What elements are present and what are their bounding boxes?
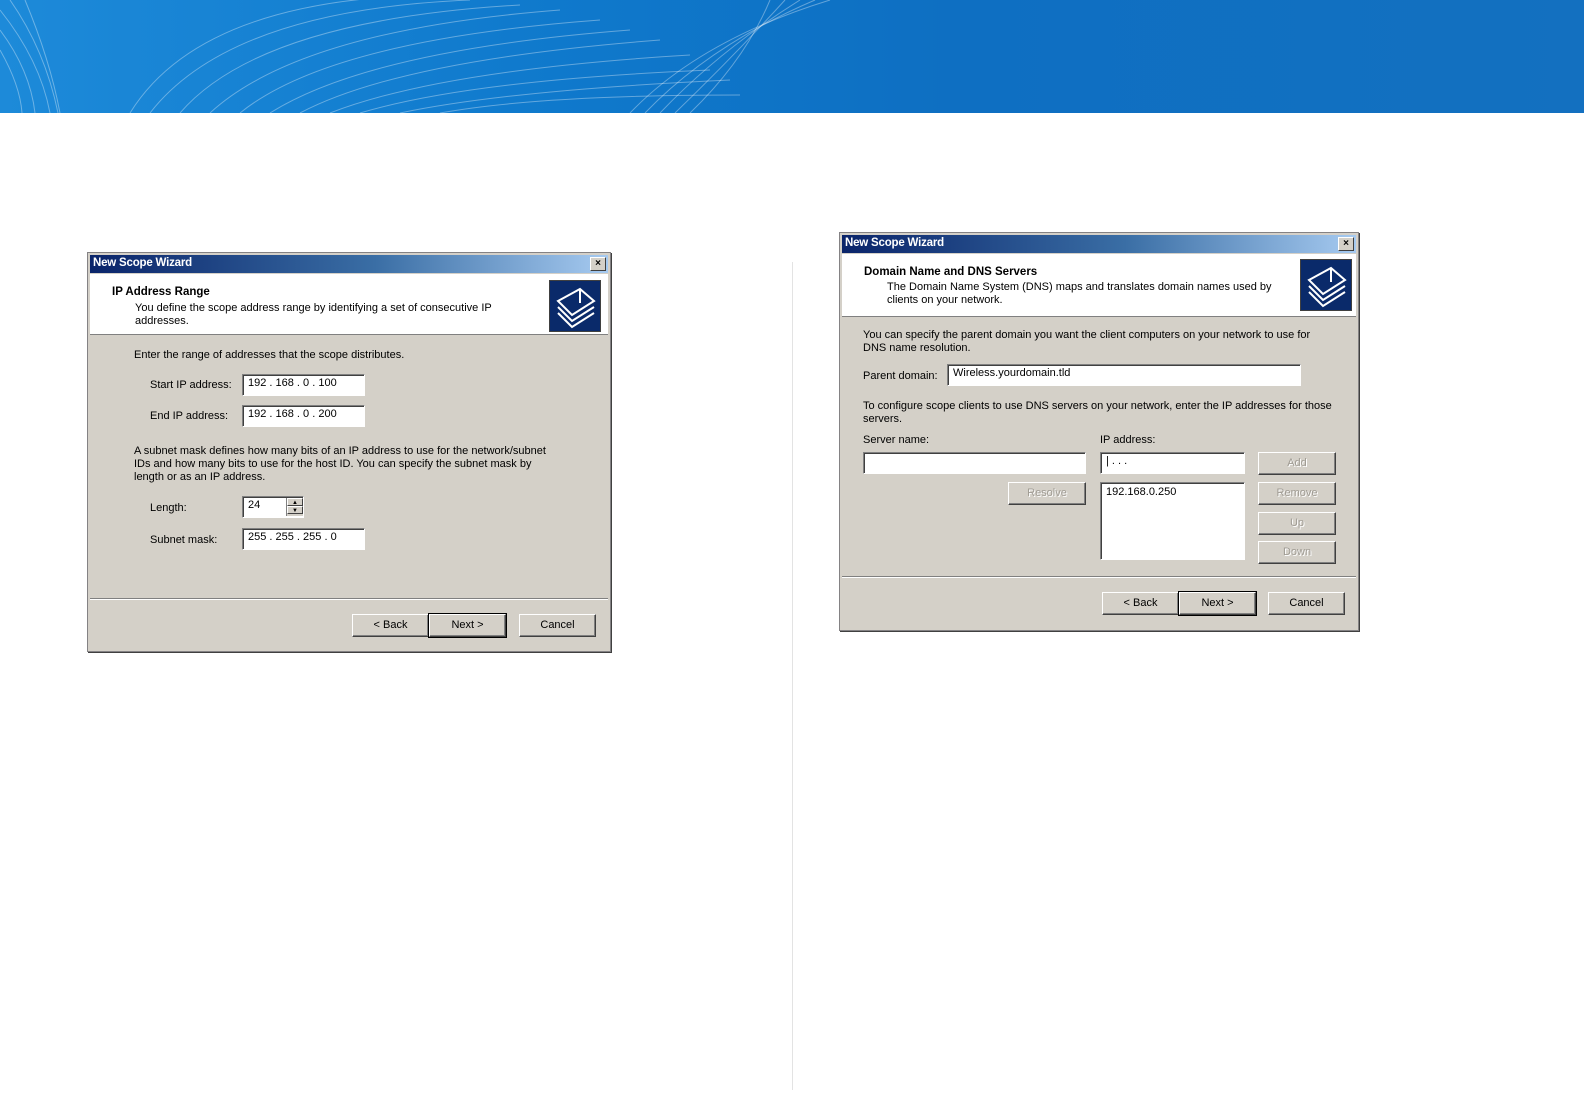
wizard-header: Domain Name and DNS Servers The Domain N… bbox=[842, 254, 1356, 317]
back-button[interactable]: < Back bbox=[1102, 592, 1179, 615]
new-scope-wizard-ip-range-dialog: New Scope Wizard × IP Address Range You … bbox=[87, 252, 611, 652]
back-button[interactable]: < Back bbox=[352, 614, 429, 637]
spin-down-icon[interactable]: ▼ bbox=[287, 506, 303, 514]
title-bar: New Scope Wizard × bbox=[90, 255, 608, 273]
subnet-mask-label: Subnet mask: bbox=[150, 534, 218, 546]
dns-server-list[interactable]: 192.168.0.250 bbox=[1100, 482, 1245, 560]
start-ip-field[interactable]: 192 . 168 . 0 . 100 bbox=[242, 374, 365, 396]
down-button[interactable]: Down bbox=[1258, 541, 1336, 564]
next-button[interactable]: Next > bbox=[1178, 591, 1257, 616]
cancel-button[interactable]: Cancel bbox=[519, 614, 596, 637]
spin-up-icon[interactable]: ▲ bbox=[287, 498, 303, 506]
title-bar: New Scope Wizard × bbox=[842, 235, 1356, 253]
domain-intro-text: You can specify the parent domain you wa… bbox=[863, 329, 1311, 354]
dns-config-text: To configure scope clients to use DNS se… bbox=[863, 400, 1332, 425]
subnet-description-text: A subnet mask defines how many bits of a… bbox=[134, 445, 546, 483]
cancel-button[interactable]: Cancel bbox=[1268, 592, 1345, 615]
header-title: Domain Name and DNS Servers bbox=[864, 266, 1038, 278]
next-button[interactable]: Next > bbox=[428, 613, 507, 638]
dialog-title: New Scope Wizard bbox=[845, 237, 944, 249]
header-description: The Domain Name System (DNS) maps and tr… bbox=[887, 281, 1272, 306]
footer-separator bbox=[842, 576, 1356, 578]
column-divider bbox=[792, 262, 793, 1090]
parent-domain-label: Parent domain: bbox=[863, 370, 938, 382]
server-name-label: Server name: bbox=[863, 434, 930, 446]
end-ip-field[interactable]: 192 . 168 . 0 . 200 bbox=[242, 405, 365, 427]
header-description: You define the scope address range by id… bbox=[135, 302, 492, 327]
header-banner bbox=[0, 0, 1584, 113]
dialog-title: New Scope Wizard bbox=[93, 257, 192, 269]
parent-domain-field[interactable]: Wireless.yourdomain.tld bbox=[947, 364, 1301, 386]
remove-button[interactable]: Remove bbox=[1258, 482, 1336, 505]
server-name-field[interactable] bbox=[863, 452, 1086, 474]
scope-wizard-icon bbox=[1300, 259, 1352, 311]
start-ip-label: Start IP address: bbox=[150, 379, 232, 391]
resolve-button[interactable]: Resolve bbox=[1008, 482, 1086, 505]
footer-separator bbox=[90, 598, 608, 600]
close-button[interactable]: × bbox=[1338, 237, 1354, 251]
subnet-mask-field[interactable]: 255 . 255 . 255 . 0 bbox=[242, 528, 365, 550]
range-intro-text: Enter the range of addresses that the sc… bbox=[134, 349, 405, 361]
new-scope-wizard-dns-dialog: New Scope Wizard × Domain Name and DNS S… bbox=[839, 232, 1359, 631]
end-ip-label: End IP address: bbox=[150, 410, 229, 422]
list-item[interactable]: 192.168.0.250 bbox=[1106, 485, 1244, 499]
close-button[interactable]: × bbox=[590, 257, 606, 271]
ip-address-field[interactable]: | . . . bbox=[1100, 452, 1245, 474]
ip-address-label: IP address: bbox=[1100, 434, 1156, 446]
banner-wave-graphic bbox=[0, 0, 831, 113]
length-label: Length: bbox=[150, 502, 187, 514]
add-button[interactable]: Add bbox=[1258, 452, 1336, 475]
up-button[interactable]: Up bbox=[1258, 512, 1336, 535]
wizard-header: IP Address Range You define the scope ad… bbox=[90, 274, 608, 335]
header-title: IP Address Range bbox=[112, 286, 210, 298]
length-spinner[interactable]: ▲ ▼ bbox=[286, 498, 303, 516]
scope-wizard-icon bbox=[549, 280, 601, 332]
